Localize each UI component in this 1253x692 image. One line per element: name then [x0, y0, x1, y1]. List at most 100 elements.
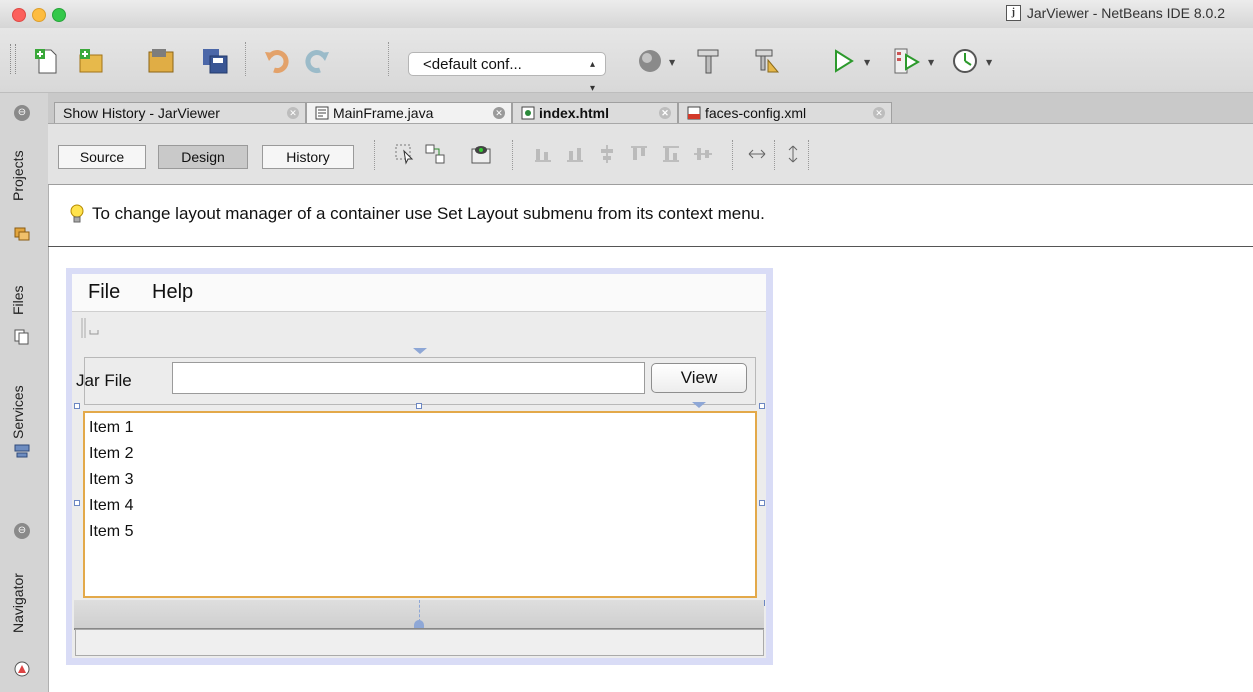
redo-icon[interactable] — [302, 46, 332, 76]
services-icon[interactable] — [14, 443, 30, 459]
resize-handle[interactable] — [759, 500, 765, 506]
design-toolbar: Source Design History — [48, 124, 1253, 185]
status-field[interactable] — [75, 629, 764, 656]
resize-handle[interactable] — [416, 403, 422, 409]
list-item[interactable]: Item 3 — [89, 471, 133, 489]
undo-icon[interactable] — [262, 46, 292, 76]
chevron-down-icon[interactable]: ▼ — [669, 58, 675, 67]
window-title: j JarViewer - NetBeans IDE 8.0.2 — [1005, 5, 1225, 21]
resize-handle[interactable] — [759, 403, 765, 409]
close-tab-icon[interactable]: ✕ — [493, 107, 505, 119]
window-title-bar: j JarViewer - NetBeans IDE 8.0.2 — [0, 0, 1253, 28]
window-title-text: JarViewer - NetBeans IDE 8.0.2 — [1026, 5, 1225, 21]
resize-handle[interactable] — [74, 500, 80, 506]
tab-index-html[interactable]: index.html ✕ — [512, 102, 678, 123]
layout-guide-line — [419, 600, 420, 622]
tab-faces-config-xml[interactable]: faces-config.xml ✕ — [678, 102, 892, 123]
editor-tab-bar: Show History - JarViewer ✕ MainFrame.jav… — [48, 93, 1253, 124]
navigator-compass-icon[interactable] — [14, 661, 30, 677]
selection-mode-icon[interactable] — [394, 143, 416, 165]
close-tab-icon[interactable]: ✕ — [287, 107, 299, 119]
toolbar-separator — [512, 140, 514, 170]
change-vertical-resizability-icon[interactable] — [782, 143, 804, 165]
align-right-icon[interactable] — [564, 143, 586, 165]
clean-build-icon[interactable] — [752, 46, 782, 76]
sidebar-tab-services[interactable]: Services — [10, 385, 26, 439]
run-icon[interactable] — [828, 46, 858, 76]
globe-icon[interactable] — [636, 46, 666, 76]
list-item[interactable]: Item 2 — [89, 445, 133, 463]
chevron-down-icon[interactable]: ▼ — [928, 58, 934, 67]
tab-mainframe-java[interactable]: MainFrame.java ✕ — [306, 102, 512, 123]
menu-help[interactable]: Help — [152, 281, 193, 304]
align-top-icon[interactable] — [628, 143, 650, 165]
resize-handle[interactable] — [74, 403, 80, 409]
toolbar-grip[interactable] — [10, 44, 16, 74]
toolbar-separator — [374, 140, 376, 170]
close-tab-icon[interactable]: ✕ — [873, 107, 885, 119]
center-horizontally-icon[interactable] — [596, 143, 618, 165]
lightbulb-icon — [70, 204, 84, 223]
preview-design-icon[interactable] — [470, 143, 492, 165]
new-project-icon[interactable] — [76, 46, 106, 76]
window-close-button[interactable] — [12, 8, 26, 22]
close-tab-icon[interactable]: ✕ — [659, 107, 671, 119]
toolbar-grip-icon — [81, 318, 99, 338]
main-toolbar: <default conf... ▴ ▾ ▼ ▼ ▼ ▼ — [0, 28, 1253, 94]
left-side-panel-strip: ⊖ Projects Files Services ⊖ Navigator — [0, 93, 49, 692]
tab-label: MainFrame.java — [333, 105, 434, 121]
jar-file-input[interactable] — [172, 362, 645, 394]
align-bottom-icon[interactable] — [660, 143, 682, 165]
files-icon[interactable] — [14, 329, 30, 345]
minimize-group-icon[interactable]: ⊖ — [14, 105, 30, 121]
chevron-down-icon[interactable]: ▼ — [864, 58, 870, 67]
new-file-icon[interactable] — [32, 46, 62, 76]
tab-label: index.html — [539, 105, 610, 121]
center-vertically-icon[interactable] — [692, 143, 714, 165]
tab-show-history[interactable]: Show History - JarViewer ✕ — [54, 102, 306, 123]
sidebar-tab-navigator[interactable]: Navigator — [10, 573, 26, 633]
toolbar-separator — [245, 42, 247, 76]
projects-icon[interactable] — [14, 225, 30, 241]
form-menu-bar[interactable]: File Help — [72, 274, 766, 311]
layout-guide-marker — [414, 620, 424, 628]
form-toolbar-component[interactable] — [72, 311, 766, 358]
window-minimize-button[interactable] — [32, 8, 46, 22]
chevron-down-icon[interactable]: ▼ — [986, 58, 992, 67]
sidebar-tab-projects[interactable]: Projects — [10, 150, 26, 201]
minimize-group-icon[interactable]: ⊖ — [14, 523, 30, 539]
layout-guide-marker — [692, 402, 706, 408]
source-view-button[interactable]: Source — [58, 145, 146, 169]
list-item[interactable]: Item 5 — [89, 523, 133, 541]
list-item[interactable]: Item 1 — [89, 419, 133, 437]
configuration-select[interactable]: <default conf... ▴ ▾ — [408, 52, 606, 94]
hint-divider — [48, 246, 1253, 247]
java-app-icon: j — [1005, 5, 1021, 21]
tab-label: Show History - JarViewer — [63, 105, 220, 121]
layout-guide-marker — [413, 348, 427, 354]
menu-file[interactable]: File — [88, 281, 120, 304]
open-project-icon[interactable] — [146, 46, 176, 76]
change-horizontal-resizability-icon[interactable] — [746, 143, 768, 165]
debug-icon[interactable] — [892, 46, 922, 76]
history-view-button[interactable]: History — [262, 145, 354, 169]
toolbar-separator — [808, 140, 810, 170]
save-all-icon[interactable] — [200, 46, 230, 76]
jsf-config-file-icon — [687, 106, 701, 120]
layout-hint: To change layout manager of a container … — [70, 204, 765, 224]
hint-text: To change layout manager of a container … — [92, 204, 765, 223]
build-hammer-icon[interactable] — [694, 46, 724, 76]
items-list[interactable]: Item 1 Item 2 Item 3 Item 4 Item 5 — [83, 411, 757, 598]
connection-mode-icon[interactable] — [424, 143, 446, 165]
view-button[interactable]: View — [651, 363, 747, 393]
profile-icon[interactable] — [950, 46, 980, 76]
window-zoom-button[interactable] — [52, 8, 66, 22]
list-item[interactable]: Item 4 — [89, 497, 133, 515]
form-bottom-panel[interactable] — [74, 600, 764, 630]
align-left-icon[interactable] — [532, 143, 554, 165]
sidebar-tab-files[interactable]: Files — [10, 285, 26, 315]
tab-label: faces-config.xml — [705, 105, 807, 121]
java-form-file-icon — [315, 106, 329, 120]
design-view-button[interactable]: Design — [158, 145, 248, 169]
jar-file-label: Jar File — [76, 371, 132, 390]
